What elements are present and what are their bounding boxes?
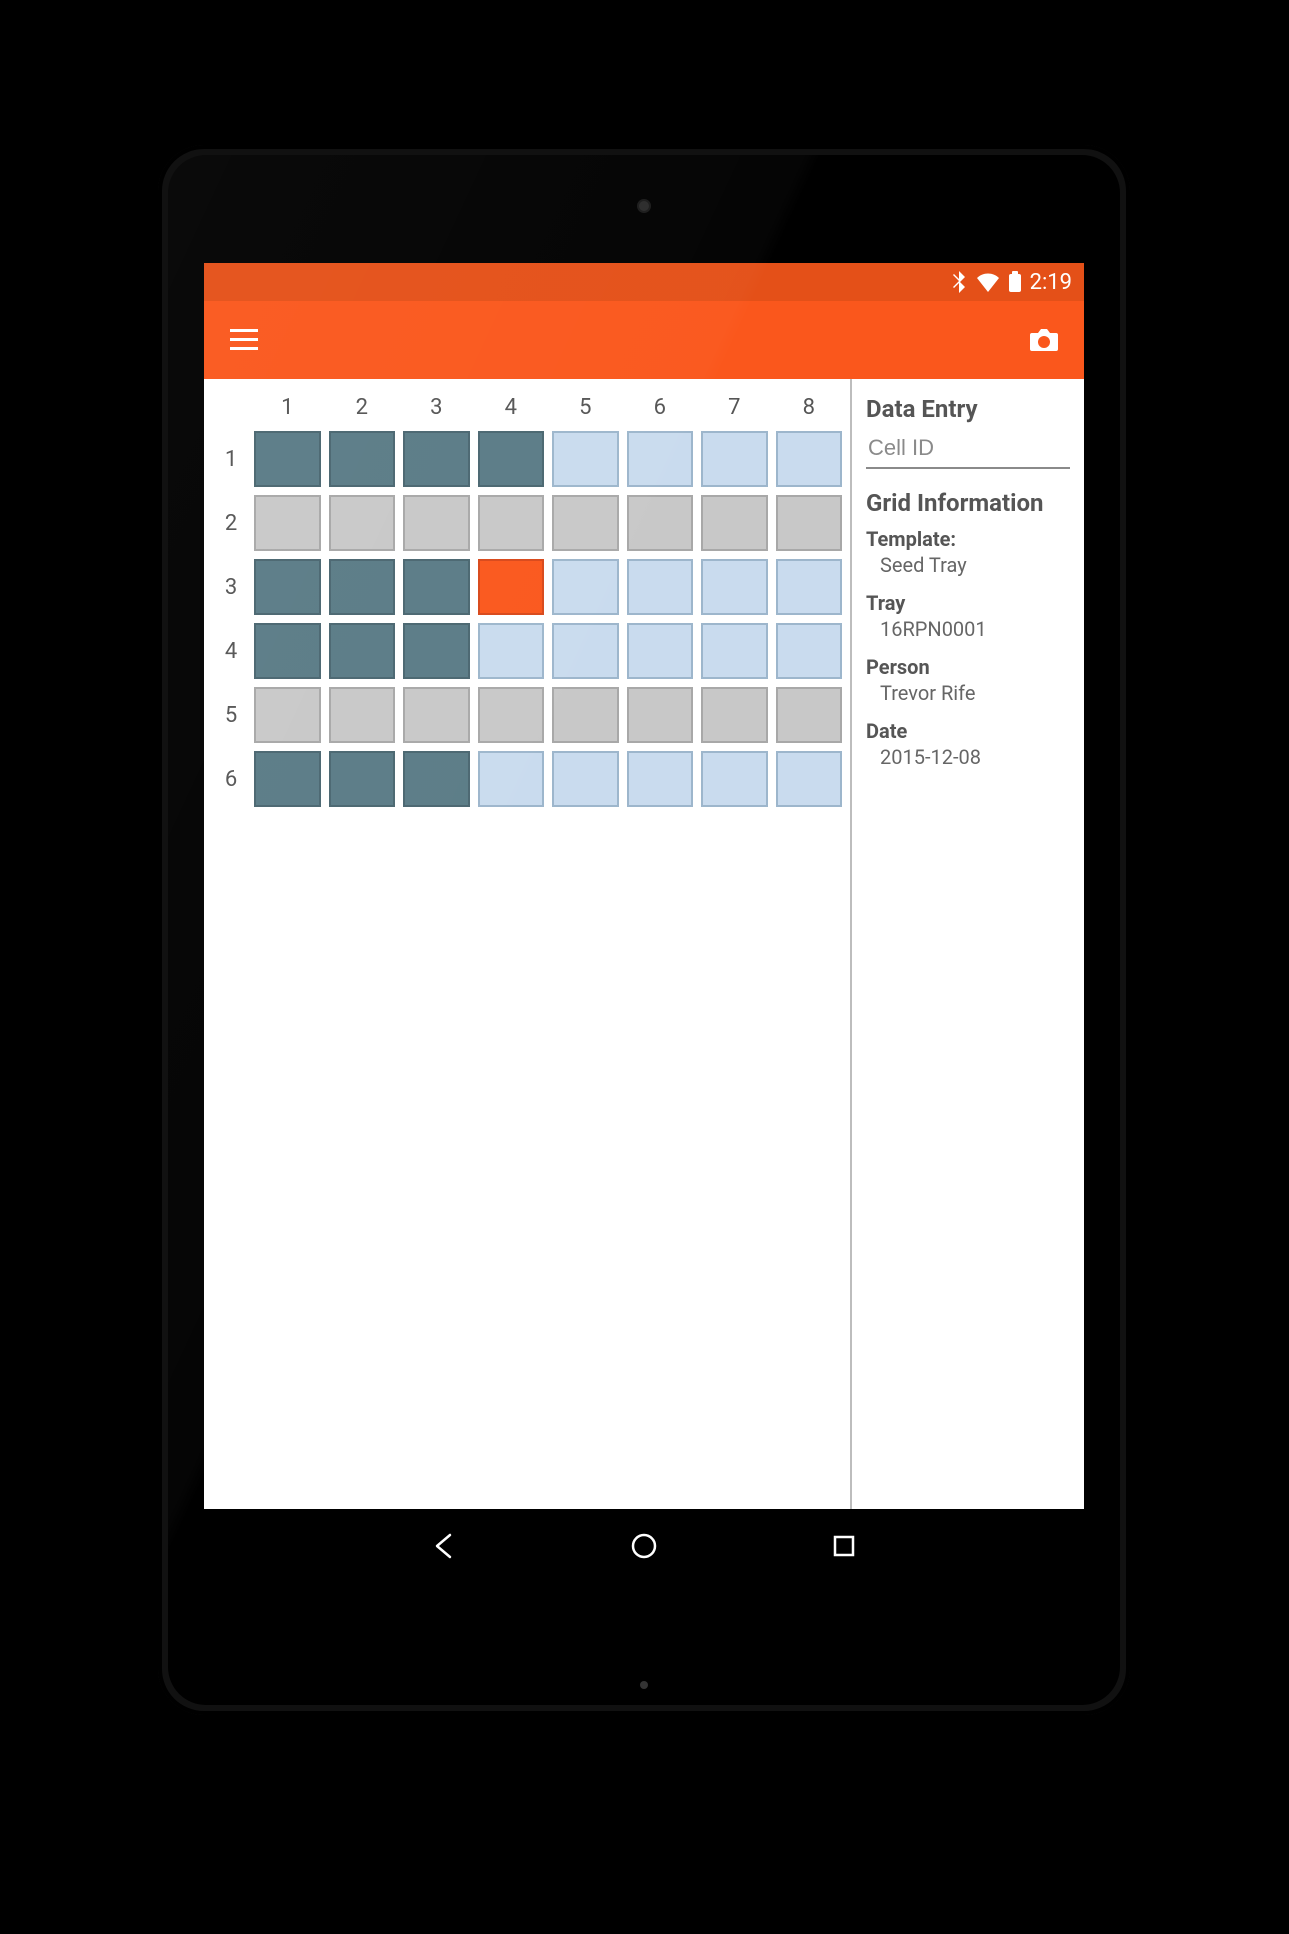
row-header: 2	[212, 491, 250, 555]
tray-info: Tray 16RPN0001	[866, 591, 1070, 641]
row-header: 6	[212, 747, 250, 811]
home-button[interactable]	[624, 1526, 664, 1566]
data-entry-heading: Data Entry	[866, 395, 1070, 423]
grid-cell[interactable]	[627, 751, 694, 807]
app-bar	[204, 301, 1084, 379]
row-header: 3	[212, 555, 250, 619]
seed-tray-grid: 12345678123456	[212, 387, 846, 811]
grid-cell[interactable]	[478, 623, 545, 679]
grid-info-heading: Grid Information	[866, 489, 1070, 517]
grid-cell[interactable]	[552, 751, 619, 807]
grid-cell[interactable]	[254, 495, 321, 551]
grid-cell[interactable]	[776, 623, 843, 679]
side-panel: Data Entry Grid Information Template: Se…	[852, 379, 1084, 1509]
tablet-frame: 2:19	[158, 145, 1130, 1715]
col-header: 5	[548, 387, 623, 427]
row-header: 1	[212, 427, 250, 491]
person-value: Trevor Rife	[866, 681, 1070, 705]
person-info: Person Trevor Rife	[866, 655, 1070, 705]
grid-cell[interactable]	[776, 687, 843, 743]
col-header: 7	[697, 387, 772, 427]
grid-cell[interactable]	[403, 687, 470, 743]
grid-cell[interactable]	[552, 687, 619, 743]
grid-cell[interactable]	[776, 495, 843, 551]
date-value: 2015-12-08	[866, 745, 1070, 769]
col-header: 3	[399, 387, 474, 427]
grid-cell[interactable]	[329, 687, 396, 743]
grid-cell[interactable]	[701, 559, 768, 615]
grid-cell[interactable]	[701, 687, 768, 743]
grid-cell[interactable]	[776, 559, 843, 615]
row-header: 5	[212, 683, 250, 747]
device-frame-stage: 2:19	[0, 0, 1289, 1934]
template-value: Seed Tray	[866, 553, 1070, 577]
grid-cell[interactable]	[329, 623, 396, 679]
grid-cell[interactable]	[254, 623, 321, 679]
grid-cell[interactable]	[627, 431, 694, 487]
date-label: Date	[866, 719, 1070, 743]
status-bar: 2:19	[204, 263, 1084, 301]
grid-cell[interactable]	[329, 431, 396, 487]
grid-cell[interactable]	[254, 559, 321, 615]
person-label: Person	[866, 655, 1070, 679]
android-nav-bar	[204, 1509, 1084, 1583]
grid-cell[interactable]	[478, 751, 545, 807]
grid-cell[interactable]	[478, 559, 545, 615]
col-header: 6	[623, 387, 698, 427]
grid-cell[interactable]	[627, 495, 694, 551]
grid-cell[interactable]	[701, 623, 768, 679]
tray-value: 16RPN0001	[866, 617, 1070, 641]
col-header: 4	[474, 387, 549, 427]
col-header: 2	[325, 387, 400, 427]
grid-cell[interactable]	[329, 495, 396, 551]
status-time: 2:19	[1030, 270, 1072, 295]
grid-cell[interactable]	[701, 751, 768, 807]
grid-cell[interactable]	[552, 495, 619, 551]
grid-cell[interactable]	[478, 495, 545, 551]
content-area: 12345678123456 Data Entry Grid Informati…	[204, 379, 1084, 1509]
grid-cell[interactable]	[329, 751, 396, 807]
grid-cell[interactable]	[627, 687, 694, 743]
battery-icon	[1008, 271, 1022, 293]
camera-button[interactable]	[1024, 320, 1064, 360]
bluetooth-icon	[952, 270, 968, 294]
wifi-icon	[976, 272, 1000, 292]
grid-cell[interactable]	[701, 495, 768, 551]
template-label: Template:	[866, 527, 1070, 551]
grid-panel: 12345678123456	[204, 379, 852, 1509]
row-header: 4	[212, 619, 250, 683]
grid-cell[interactable]	[403, 495, 470, 551]
tablet-chin-dot-icon	[640, 1681, 648, 1689]
back-button[interactable]	[424, 1526, 464, 1566]
grid-cell[interactable]	[478, 431, 545, 487]
grid-cell[interactable]	[403, 431, 470, 487]
grid-cell[interactable]	[776, 751, 843, 807]
grid-cell[interactable]	[478, 687, 545, 743]
grid-cell[interactable]	[552, 559, 619, 615]
template-info: Template: Seed Tray	[866, 527, 1070, 577]
cell-id-input[interactable]	[866, 431, 1070, 469]
tray-label: Tray	[866, 591, 1070, 615]
grid-cell[interactable]	[254, 431, 321, 487]
screen: 2:19	[204, 263, 1084, 1583]
grid-cell[interactable]	[776, 431, 843, 487]
col-header: 1	[250, 387, 325, 427]
grid-cell[interactable]	[254, 687, 321, 743]
grid-cell[interactable]	[701, 431, 768, 487]
menu-button[interactable]	[224, 320, 264, 360]
grid-cell[interactable]	[403, 559, 470, 615]
grid-cell[interactable]	[403, 623, 470, 679]
grid-cell[interactable]	[403, 751, 470, 807]
date-info: Date 2015-12-08	[866, 719, 1070, 769]
grid-cell[interactable]	[552, 431, 619, 487]
grid-cell[interactable]	[627, 623, 694, 679]
recents-button[interactable]	[824, 1526, 864, 1566]
grid-cell[interactable]	[329, 559, 396, 615]
grid-cell[interactable]	[627, 559, 694, 615]
front-camera-icon	[637, 199, 651, 213]
grid-cell[interactable]	[254, 751, 321, 807]
grid-cell[interactable]	[552, 623, 619, 679]
col-header: 8	[772, 387, 847, 427]
grid-corner	[212, 387, 250, 427]
